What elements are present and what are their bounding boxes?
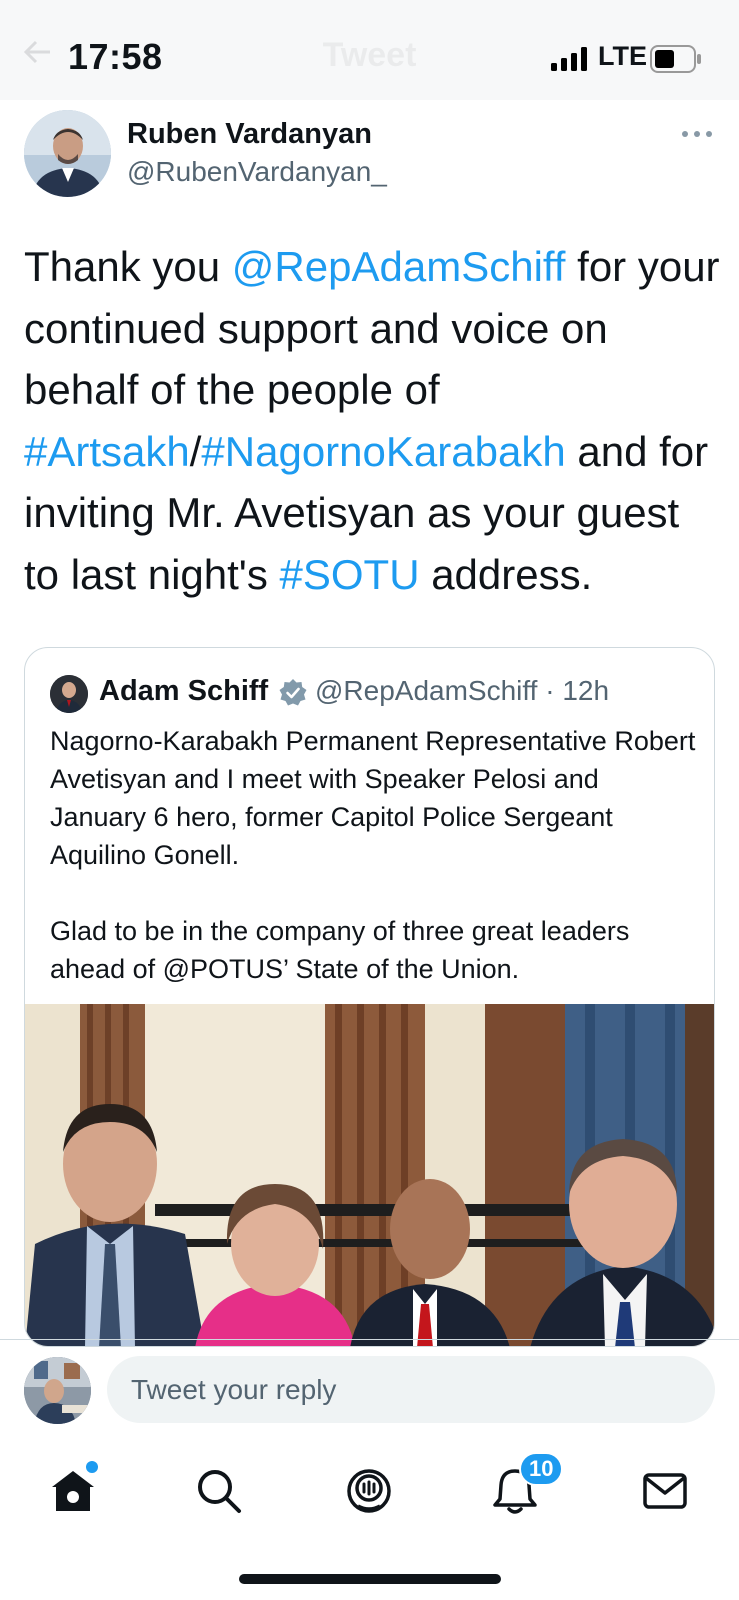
clock: 17:58 (68, 36, 163, 77)
home-icon (52, 1471, 94, 1511)
hashtag-link[interactable]: #SOTU (280, 551, 420, 598)
current-user-avatar[interactable] (24, 1357, 91, 1424)
quoted-author-name: Adam Schiff (99, 675, 269, 707)
notification-count-badge: 10 (519, 1452, 564, 1486)
tweet-text-segment: / (189, 427, 202, 475)
quoted-tweet-card[interactable]: Adam Schiff @RepAdamSchiff · 12h Nagorno… (24, 647, 715, 1347)
reply-divider (0, 1339, 739, 1340)
more-options-icon[interactable] (681, 124, 713, 144)
spaces-icon (347, 1469, 391, 1513)
home-indicator[interactable] (239, 1574, 501, 1584)
home-unread-dot (86, 1461, 98, 1473)
hashtag-link[interactable]: #NagornoKarabakh (201, 428, 565, 475)
quoted-paragraph: Nagorno-Karabakh Permanent Representativ… (50, 726, 696, 870)
hashtag-link[interactable]: #Artsakh (24, 428, 190, 475)
signal-icon (551, 47, 587, 71)
author-handle[interactable]: @RubenVardanyan_ (127, 156, 387, 188)
mention-link[interactable]: @RepAdamSchiff (232, 243, 566, 290)
tweet-text-segment: Thank you (24, 243, 232, 290)
search-icon (198, 1470, 241, 1513)
quoted-tweet-photo[interactable] (25, 1004, 714, 1346)
bottom-nav (0, 1440, 739, 1550)
quoted-tweet-text: Nagorno-Karabakh Permanent Representativ… (50, 722, 700, 988)
quoted-paragraph: Glad to be in the company of three great… (50, 916, 630, 984)
author-name[interactable]: Ruben Vardanyan (127, 118, 372, 151)
reply-input[interactable] (107, 1356, 715, 1423)
quoted-handle-time: @RepAdamSchiff · 12h (315, 675, 610, 706)
nav-messages[interactable] (640, 1466, 690, 1516)
tweet-text-segment: address. (419, 550, 593, 598)
status-bar: Tweet 17:58 LTE (0, 0, 739, 100)
verified-badge-icon (279, 679, 307, 706)
nav-spaces[interactable] (344, 1466, 394, 1516)
tweet-text: Thank you @RepAdamSchiff for your contin… (24, 236, 724, 605)
battery-icon (650, 45, 701, 73)
messages-icon (643, 1473, 687, 1509)
nav-search[interactable] (194, 1466, 244, 1516)
author-avatar[interactable] (24, 110, 111, 197)
nav-home[interactable] (48, 1466, 98, 1516)
quoted-author-avatar (50, 675, 88, 713)
network-label: LTE (598, 41, 647, 71)
